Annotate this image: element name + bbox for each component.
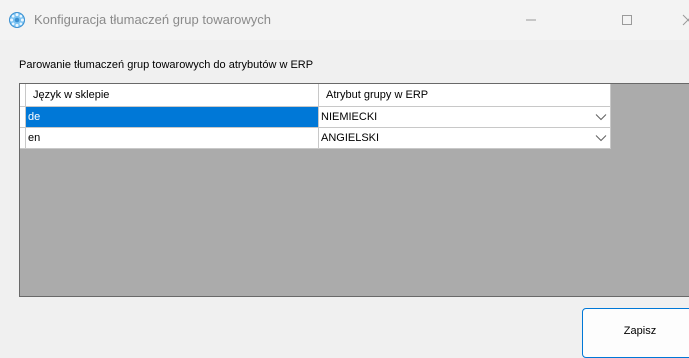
close-icon xyxy=(682,14,689,26)
maximize-button[interactable] xyxy=(604,0,650,40)
attribute-select[interactable]: ANGIELSKI xyxy=(319,128,611,149)
window-title: Konfiguracja tłumaczeń grup towarowych xyxy=(34,12,272,27)
maximize-icon xyxy=(622,15,632,25)
attribute-select-value: NIEMIECKI xyxy=(321,111,378,123)
title-bar[interactable]: Konfiguracja tłumaczeń grup towarowych xyxy=(0,0,689,40)
save-button[interactable]: Zapisz xyxy=(582,308,689,358)
table-cell-language[interactable]: en xyxy=(26,128,319,149)
column-header-language[interactable]: Język w sklepie xyxy=(26,84,319,107)
group-label: Parowanie tłumaczeń grup towarowych do a… xyxy=(19,59,314,71)
attribute-select-value: ANGIELSKI xyxy=(321,132,380,144)
minimize-icon xyxy=(526,19,536,21)
column-header-attribute[interactable]: Atrybut grupy w ERP xyxy=(319,84,611,107)
chevron-down-icon[interactable] xyxy=(595,113,607,121)
attribute-select[interactable]: NIEMIECKI xyxy=(319,107,611,128)
chevron-down-icon[interactable] xyxy=(595,134,607,142)
gear-icon xyxy=(8,11,26,29)
minimize-button[interactable] xyxy=(508,0,554,40)
close-button[interactable] xyxy=(665,0,689,40)
mapping-grid[interactable]: Język w sklepie Atrybut grupy w ERP de N… xyxy=(19,83,689,297)
table-cell-language[interactable]: de xyxy=(26,107,319,128)
